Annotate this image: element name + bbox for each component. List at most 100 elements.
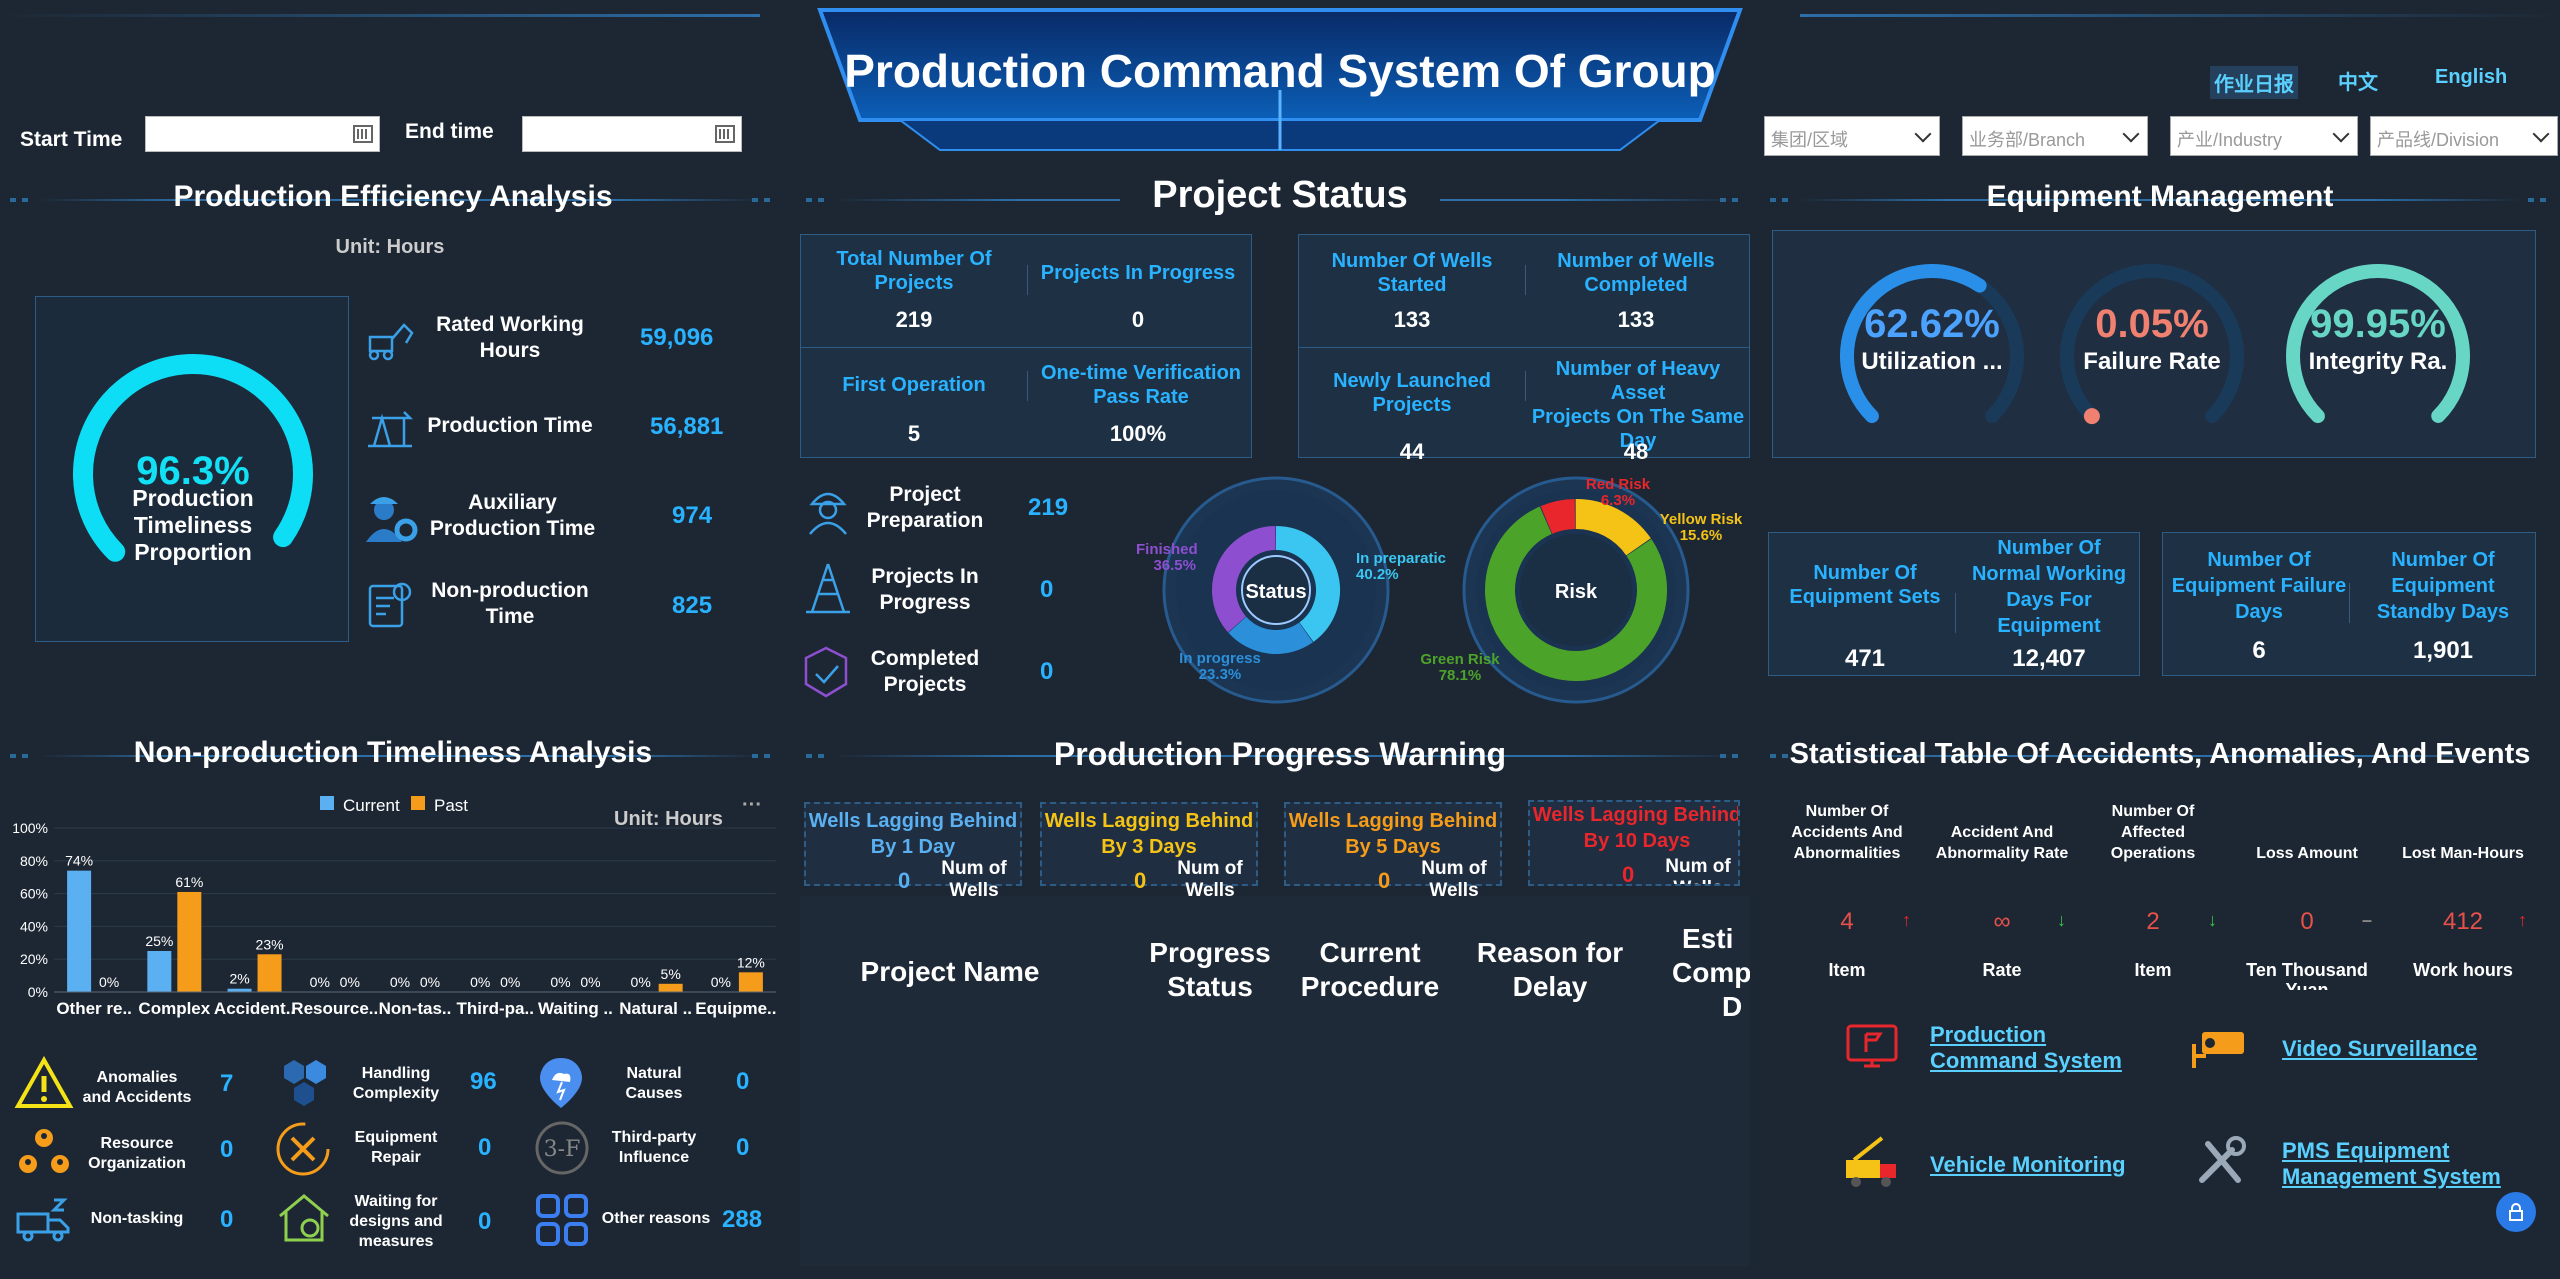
bar-label-current: 0% [550,974,570,990]
calendar-icon[interactable] [715,125,735,143]
label-line: Accident And [1950,824,2054,841]
equipment-stats-box-1: Number Of Equipment Sets 471 Number Of Nor… [1768,532,2140,676]
x-tick-label: Complex [138,999,210,1018]
status-donut-chart: Status [1162,476,1390,704]
status-label-progress: In progress 23.3% [1170,651,1270,683]
timeliness-gauge-panel: 96.3% Production Timeliness Proportion [35,296,349,642]
select-region-value: 集团/区域 [1771,130,1849,150]
label-line: Wells [1658,878,1738,884]
nonprod-title: Non-production Timeliness Analysis [133,736,653,769]
label-line: By 5 Days [1345,836,1441,858]
weather-pin-icon [540,1058,582,1108]
label-line: Yuan [2285,980,2329,990]
team-icon [19,1129,69,1173]
wells-completed-label: Number of Wells Completed [1531,249,1741,297]
anomalies-label: Anomalies and Accidents [82,1068,192,1108]
warning-box-title: Wells Lagging Behind By 10 Days [1530,802,1738,854]
wells-started-value: 133 [1393,307,1431,332]
utilization-label: Utilization ... [1861,348,2003,375]
waiting-designs-label: Waiting for designs and measures [346,1192,446,1252]
first-operation-label: First Operation [842,374,986,396]
label-line: Num of [1177,858,1243,879]
warning-box-value: 0 [1622,862,1635,886]
wells-completed-value: 133 [1617,307,1655,332]
x-tick-label: Resource.. [291,999,378,1018]
risk-label-yellow: Yellow Risk 15.6% [1656,512,1746,544]
col-reason-delay[interactable]: Reason for Delay [1470,936,1630,1004]
title-dots [806,754,830,758]
label-line: Equipment Failure [2171,575,2347,597]
warning-box-title: Wells Lagging Behind By 1 Day [806,808,1020,860]
label-line: By 3 Days [1101,836,1197,858]
pms-equipment-link[interactable]: PMS Equipment Management System [2282,1138,2501,1190]
accidents-title: Statistical Table Of Accidents, Anomalie… [1789,738,2531,770]
chinese-link[interactable]: 中文 [2338,66,2378,95]
calendar-icon[interactable] [353,125,373,143]
col-current-procedure[interactable]: Current Procedure [1290,936,1450,1004]
hexagons-icon [284,1060,326,1106]
heavy-asset-value: 48 [1623,439,1649,464]
status-center-label: Status [1245,581,1306,603]
anomalies-value: 7 [220,1070,234,1097]
grid-apps-icon [536,1194,588,1246]
svg-text:3-F: 3-F [544,1137,581,1162]
bar-label-past: 0% [500,974,520,990]
verification-rate-label: One-time Verification Pass Rate [1033,361,1249,409]
select-branch[interactable]: 业务部/Branch [1962,116,2148,156]
accidents-col-unit: Ten Thousand Yuan [2232,960,2382,990]
video-surveillance-link[interactable]: Video Surveillance [2282,1036,2477,1062]
label-line: Influence [618,1149,690,1166]
total-projects-label: Total Number Of Projects [809,247,1019,295]
gauge-label-line: Production [132,485,254,511]
start-time-input[interactable] [145,116,380,152]
label-line: Started [1377,274,1447,296]
gauge-dot [2083,408,2100,425]
col-project-name[interactable]: Project Name [860,956,1040,988]
floating-help-button[interactable] [2496,1192,2536,1232]
completed-projects-label: Completed Projects [860,646,990,698]
select-region[interactable]: 集团/区域 [1764,116,1940,156]
accidents-column: Accident And Abnormality Rate ∞ ↓ Rate [1927,820,2077,990]
english-link[interactable]: English [2435,66,2507,89]
handling-complexity-value: 96 [470,1068,497,1095]
label-line: Item [1828,960,1866,980]
select-industry[interactable]: 产业/Industry [2170,116,2358,156]
bar-past [658,983,683,992]
label-line: Standby Days [2376,601,2510,623]
auxiliary-time-label: Auxiliary Production Time [420,490,605,542]
equipment-sets-value: 471 [1844,645,1886,672]
status-label-finished: Finished 36.5% [1136,542,1198,574]
label-line: 78.1% [1438,667,1482,684]
vehicle-monitoring-link[interactable]: Vehicle Monitoring [1930,1152,2126,1178]
accidents-col-label: Loss Amount [2232,843,2382,864]
col-estimated-completion[interactable]: Esti Comp D [1672,922,1750,1024]
label-line: Progress [879,591,971,614]
production-command-link[interactable]: Production Command System [1930,1022,2122,1074]
label-line: Wells Lagging Behind [1288,810,1498,832]
end-time-input[interactable] [522,116,742,152]
waiting-designs-value: 0 [478,1208,492,1235]
daily-report-link[interactable]: 作业日报 [2210,66,2298,99]
accidents-col-label: Number Of Accidents And Abnormalities [1772,801,1922,864]
failure-days-label: Number Of Equipment Failure Days [2169,547,2349,625]
natural-causes-label: Natural Causes [604,1064,704,1104]
label-line: Comp [1672,957,1750,988]
col-progress-status[interactable]: Progress Status [1140,936,1280,1004]
non-tasking-value: 0 [220,1206,234,1233]
label-line: Completed [870,647,980,670]
label-line: Pass Rate [1093,386,1189,408]
gauge-label-line: Proportion [134,539,252,565]
label-line: designs and [349,1213,443,1230]
select-division[interactable]: 产品线/Division [2370,116,2558,156]
x-tick-label: Accident.. [214,999,295,1018]
select-branch-value: 业务部/Branch [1969,130,2086,150]
standby-days-value: 1,901 [2412,637,2474,664]
label-line: One-time Verification [1040,362,1242,384]
equipment-repair-label: Equipment Repair [346,1128,446,1168]
label-line: Reason for [1476,937,1624,968]
trend-arrow-icon: ↑ [1902,910,1911,930]
label-line: Projects On The Same [1531,406,1745,428]
non-tasking-label: Non-tasking [90,1210,184,1227]
accidents-col-unit: Rate [1927,960,2077,990]
title-dots [1720,198,1744,202]
